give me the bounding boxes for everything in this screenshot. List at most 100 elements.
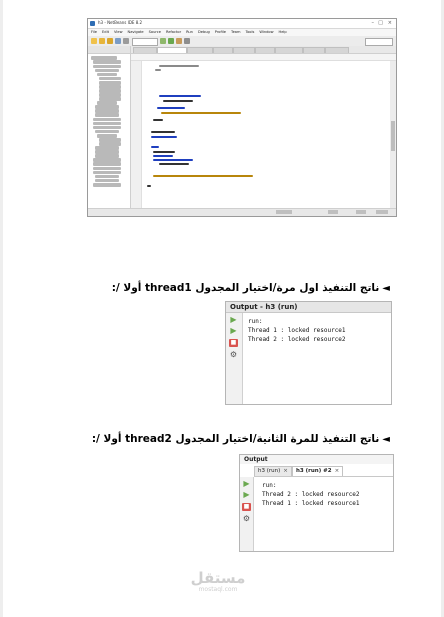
project-tree-node[interactable] — [93, 125, 121, 130]
project-tree-node[interactable] — [93, 182, 121, 187]
console-line-2: Thread 2 : locked resource2 — [248, 336, 346, 343]
close-icon[interactable]: × — [388, 20, 392, 26]
menu-help[interactable]: Help — [279, 30, 287, 34]
code-editor[interactable] — [131, 61, 396, 208]
project-tree-node[interactable] — [97, 72, 117, 77]
debug-icon[interactable] — [176, 38, 182, 44]
project-tree-node[interactable] — [99, 80, 121, 85]
project-tree-node[interactable] — [99, 76, 121, 81]
new-project-icon[interactable] — [99, 38, 105, 44]
menu-run[interactable]: Run — [186, 30, 193, 34]
project-tree-node[interactable] — [93, 121, 121, 126]
project-tree-node[interactable] — [95, 68, 119, 73]
project-tree-node[interactable] — [93, 60, 121, 65]
menu-refactor[interactable]: Refactor — [166, 30, 181, 34]
menu-team[interactable]: Team — [231, 30, 241, 34]
editor-tab[interactable] — [325, 47, 349, 53]
settings-gear-icon[interactable]: ⚙ — [242, 515, 251, 523]
menu-window[interactable]: Window — [259, 30, 273, 34]
editor-tab[interactable] — [275, 47, 303, 53]
maximize-icon[interactable]: □ — [378, 20, 383, 26]
editor-tab[interactable] — [303, 47, 325, 53]
console-line-run: run: — [262, 482, 277, 489]
console-line-2: Thread 1 : locked resource1 — [262, 500, 360, 507]
project-tree-node[interactable] — [93, 166, 121, 171]
settings-gear-icon[interactable]: ⚙ — [229, 351, 238, 359]
editor-tabs — [131, 46, 396, 54]
watermark-latin: mostaql.com — [198, 586, 238, 593]
editor-tab[interactable] — [233, 47, 255, 53]
ide-titlebar: h3 - NetBeans IDE 8.2 – □ × — [88, 19, 396, 29]
editor-scrollbar[interactable] — [390, 61, 396, 208]
output-sidebar: ▶ ▶ ■ ⚙ — [226, 313, 243, 404]
netbeans-logo-icon — [90, 21, 95, 26]
projects-panel — [88, 46, 131, 216]
project-tree-node[interactable] — [95, 129, 119, 134]
rerun-with-options-icon[interactable]: ▶ — [242, 491, 251, 499]
output-sidebar: ▶ ▶ ■ ⚙ — [240, 477, 254, 551]
caption-second-run: ◄ناتج التنفيذ للمرة الثانية/اختيار المجد… — [92, 433, 390, 445]
open-project-icon[interactable] — [107, 38, 113, 44]
close-tab-icon[interactable]: × — [283, 468, 288, 474]
console-line-run: run: — [248, 318, 263, 325]
editor-tab[interactable] — [213, 47, 233, 53]
minimize-icon[interactable]: – — [372, 20, 375, 26]
ide-menubar: File Edit View Navigate Source Refactor Run Deb… — [88, 29, 396, 36]
project-tree-node[interactable] — [93, 162, 121, 167]
output-panel-first: Output - h3 (run) ▶ ▶ ■ ⚙ run: Thread 1 … — [225, 301, 392, 405]
profile-icon[interactable] — [184, 38, 190, 44]
editor-tab-active[interactable] — [157, 47, 187, 53]
rerun-icon[interactable]: ▶ — [229, 316, 238, 324]
menu-profile[interactable]: Profile — [215, 30, 226, 34]
project-tree-node[interactable] — [95, 174, 119, 179]
editor-tab[interactable] — [133, 47, 157, 53]
ide-window-title: h3 - NetBeans IDE 8.2 — [98, 20, 143, 25]
menu-source[interactable]: Source — [149, 30, 161, 34]
ide-screenshot: h3 - NetBeans IDE 8.2 – □ × File Edit View… — [87, 18, 397, 217]
document-page: h3 - NetBeans IDE 8.2 – □ × File Edit View… — [3, 0, 441, 617]
output-panel-title: Output - h3 (run) — [226, 302, 391, 313]
line-number-gutter — [131, 61, 142, 208]
project-tree-node[interactable] — [95, 113, 119, 118]
search-input[interactable] — [365, 38, 393, 46]
output-tab-run-2[interactable]: h3 (run) #2 × — [292, 466, 344, 476]
output-panel-title: Output — [240, 455, 393, 464]
project-tree-node[interactable] — [93, 170, 121, 175]
run-icon[interactable] — [168, 38, 174, 44]
menu-tools[interactable]: Tools — [245, 30, 254, 34]
mostaql-watermark: مستقل mostaql.com — [188, 570, 248, 593]
new-file-icon[interactable] — [91, 38, 97, 44]
projects-panel-header — [88, 46, 130, 54]
ide-status-bar — [88, 208, 396, 216]
caption-first-run-text: ناتج التنفيذ اول مرة/اختيار المجدول thre… — [111, 282, 380, 294]
caption-second-run-text: ناتج التنفيذ للمرة الثانية/اختيار المجدو… — [91, 433, 380, 445]
project-tree[interactable] — [88, 54, 130, 187]
menu-navigate[interactable]: Navigate — [128, 30, 144, 34]
menu-view[interactable]: View — [114, 30, 123, 34]
save-icon[interactable] — [115, 38, 121, 44]
output-tabs: h3 (run) × h3 (run) #2 × — [254, 465, 393, 477]
build-icon[interactable] — [160, 38, 166, 44]
console-line-1: Thread 2 : locked resource2 — [262, 491, 360, 498]
console-line-1: Thread 1 : locked resource1 — [248, 327, 346, 334]
project-tree-node[interactable] — [93, 117, 121, 122]
editor-tab[interactable] — [187, 47, 213, 53]
output-tab-run[interactable]: h3 (run) × — [254, 466, 292, 476]
project-tree-node[interactable] — [95, 178, 119, 183]
stop-icon[interactable]: ■ — [229, 339, 238, 347]
close-tab-icon[interactable]: × — [335, 468, 340, 474]
stop-icon[interactable]: ■ — [242, 503, 251, 511]
arrow-bullet-icon: ◄ — [382, 434, 390, 445]
rerun-icon[interactable]: ▶ — [242, 480, 251, 488]
project-tree-node[interactable] — [93, 64, 121, 69]
watermark-arabic: مستقل — [190, 569, 246, 587]
menu-debug[interactable]: Debug — [198, 30, 210, 34]
config-combobox[interactable] — [132, 38, 158, 46]
output-panel-second: Output h3 (run) × h3 (run) #2 × ▶ ▶ ■ ⚙ ru… — [239, 454, 394, 552]
menu-edit[interactable]: Edit — [102, 30, 109, 34]
editor-tab[interactable] — [255, 47, 275, 53]
menu-file[interactable]: File — [91, 30, 97, 34]
editor-source-history-bar — [131, 54, 396, 61]
undo-icon[interactable] — [123, 38, 129, 44]
rerun-with-options-icon[interactable]: ▶ — [229, 327, 238, 335]
